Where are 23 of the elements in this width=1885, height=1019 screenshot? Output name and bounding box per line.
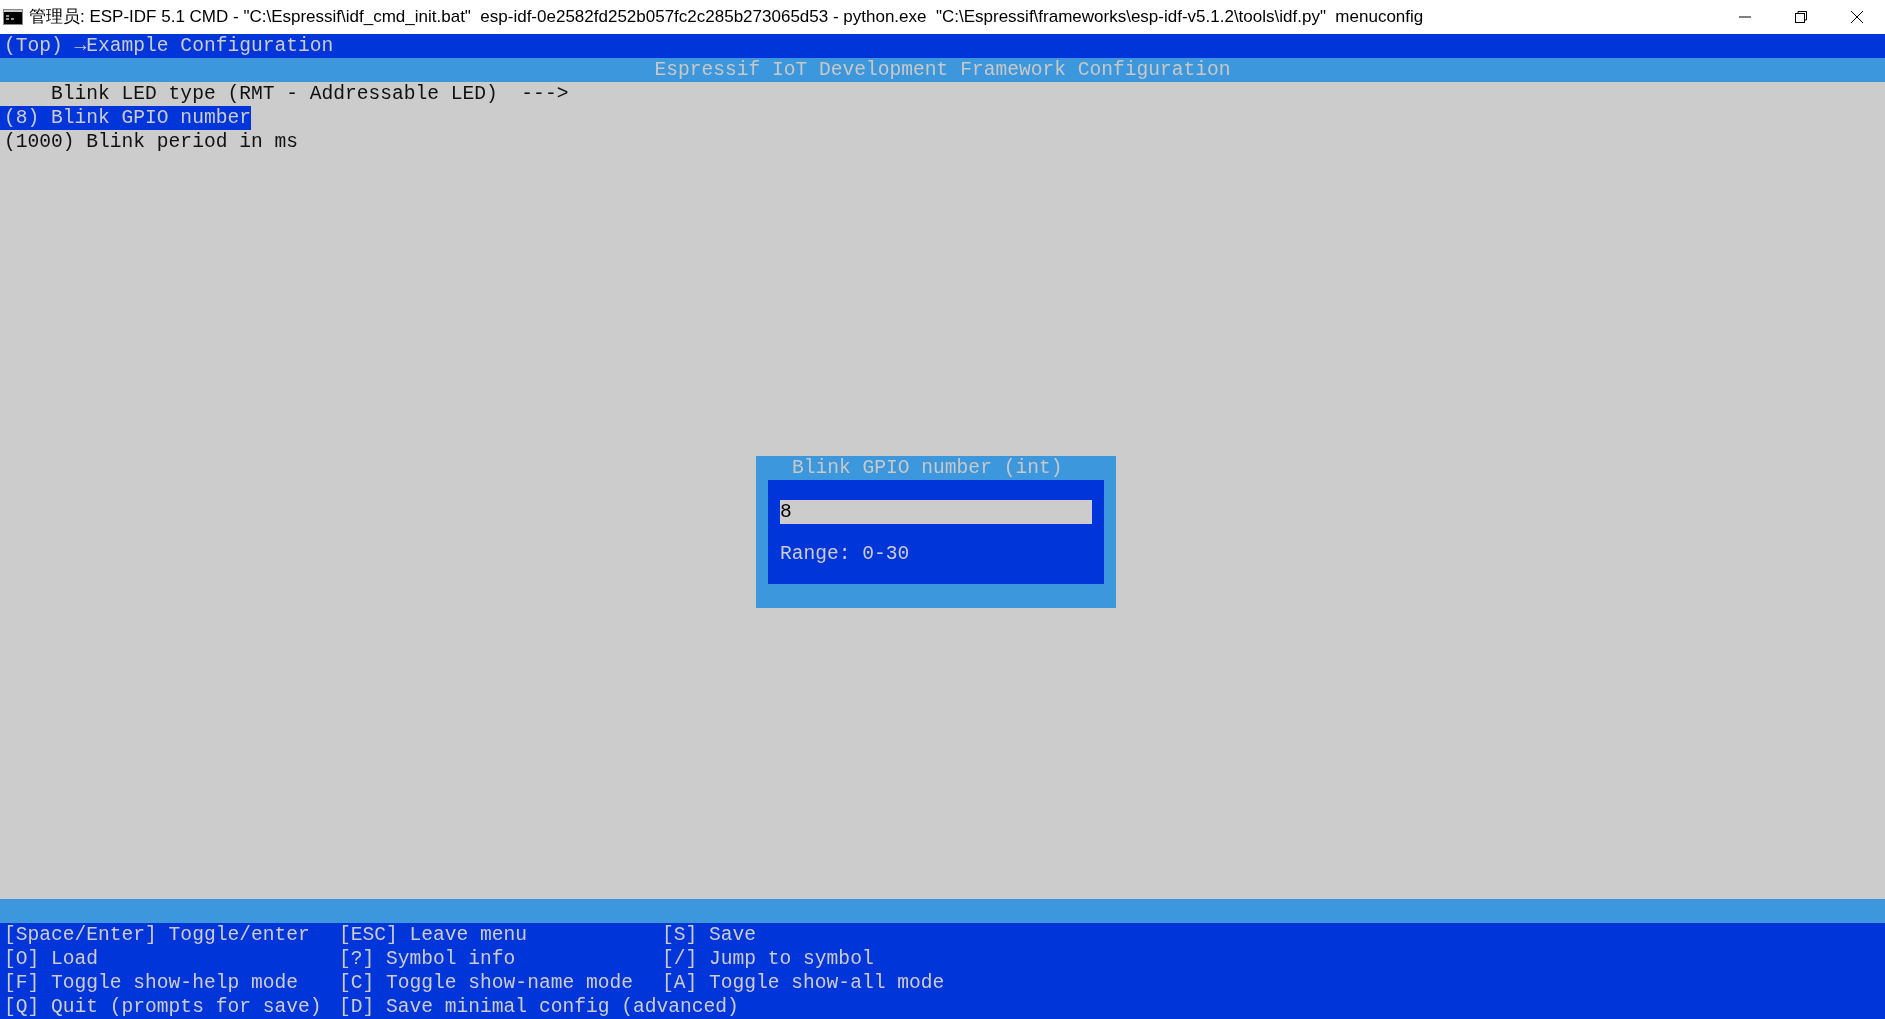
range-text: Range: 0-30: [780, 542, 911, 566]
shortcut-hint: [O] Load: [4, 947, 100, 971]
restore-icon: [1794, 10, 1808, 24]
dialog-title: Blink GPIO number (int): [791, 456, 1064, 480]
menu-item[interactable]: Blink LED type (RMT - Addressable LED) --->: [0, 82, 569, 106]
shortcut-hint: [D] Save minimal config (advanced): [339, 995, 740, 1019]
shortcut-hint: [S] Save: [662, 923, 758, 947]
shortcut-hint: [F] Toggle show-help mode: [4, 971, 299, 995]
shortcut-hint: [/] Jump to symbol: [662, 947, 875, 971]
breadcrumb: (Top) →Example Configuration: [0, 34, 1885, 58]
close-icon: [1850, 10, 1864, 24]
shortcut-hint: [Space/Enter] Toggle/enter: [4, 923, 311, 947]
shortcut-hint: [A] Toggle show-all mode: [662, 971, 946, 995]
window-title: 管理员: ESP-IDF 5.1 CMD - "C:\Espressif\idf_cmd_init.bat" esp-idf-0e2582fd252b057fc2c285b273065d53 - python.exe "C:\Espressif\frameworks\esp-idf-v5.1.2\tools\idf.py" menuconfig: [28, 6, 1425, 29]
menu-item[interactable]: (8) Blink GPIO number: [0, 106, 251, 130]
shortcut-hint: [Q] Quit (prompts for save): [4, 995, 323, 1019]
console-icon: [3, 9, 23, 25]
menu-item[interactable]: (1000) Blink period in ms: [0, 130, 298, 154]
shortcut-hint: [?] Symbol info: [339, 947, 517, 971]
shortcut-hint: [ESC] Leave menu: [339, 923, 529, 947]
input-field[interactable]: 8: [780, 500, 1092, 524]
shortcut-hint: [C] Toggle show-name mode: [339, 971, 634, 995]
header-bar: Espressif IoT Development Framework Configuration: [0, 58, 1885, 82]
